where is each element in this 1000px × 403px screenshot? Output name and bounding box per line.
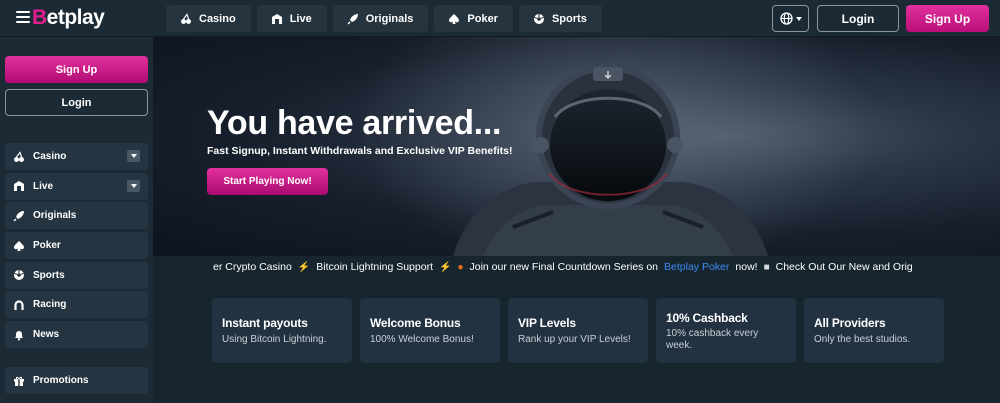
tab-sports[interactable]: Sports — [518, 5, 602, 32]
sidebar-item-label: Poker — [33, 240, 61, 252]
dice-icon: ■ — [763, 261, 770, 273]
feature-desc: Rank up your VIP Levels! — [518, 334, 631, 345]
cherry-icon — [14, 150, 24, 162]
globe-icon — [779, 12, 793, 25]
ticker-text: Bitcoin Lightning Support — [316, 261, 433, 273]
sidebar-item-sports[interactable]: Sports — [5, 261, 148, 289]
tab-label: Casino — [199, 12, 236, 25]
spade-icon — [14, 240, 24, 251]
sidebar-item-label: Casino — [33, 151, 67, 162]
feature-desc: 100% Welcome Bonus! — [370, 334, 474, 345]
sidebar-item-poker[interactable]: Poker — [5, 232, 148, 260]
tab-label: Poker — [467, 12, 498, 25]
feature-title: Instant payouts — [222, 316, 308, 330]
language-selector[interactable] — [772, 5, 809, 32]
feature-desc: Only the best studios. — [814, 334, 911, 345]
gift-icon — [14, 376, 24, 386]
feature-title: All Providers — [814, 316, 886, 330]
chevron-down-icon[interactable] — [127, 179, 140, 192]
sidebar-item-news[interactable]: News — [5, 321, 148, 349]
live-icon — [271, 13, 282, 24]
rocket-icon — [13, 210, 24, 222]
feature-title: Welcome Bonus — [370, 316, 461, 330]
sidebar-item-label: Sports — [33, 269, 65, 281]
tab-casino[interactable]: Casino — [166, 5, 251, 32]
lightning-icon: ⚡ — [297, 261, 311, 273]
fire-icon: ● — [457, 261, 464, 273]
tab-live[interactable]: Live — [256, 5, 327, 32]
feature-card-vip-levels: VIP Levels Rank up your VIP Levels! — [508, 298, 648, 363]
hero-title: You have arrived... — [207, 104, 502, 142]
tab-label: Live — [289, 12, 312, 25]
hero-subtitle: Fast Signup, Instant Withdrawals and Exc… — [207, 145, 513, 157]
feature-card-all-providers: All Providers Only the best studios. — [804, 298, 944, 363]
menu-icon[interactable] — [16, 11, 30, 23]
tab-label: Originals — [365, 12, 414, 25]
rocket-icon — [347, 13, 358, 25]
tab-originals[interactable]: Originals — [332, 5, 429, 32]
sidebar-item-live[interactable]: Live — [5, 172, 148, 200]
feature-title: VIP Levels — [518, 316, 576, 330]
feature-card-cashback: 10% Cashback 10% cashback every week. — [656, 298, 796, 363]
ticker-text: Check Out Our New and Orig — [775, 261, 913, 273]
news-ticker: er Crypto Casino ⚡ Bitcoin Lightning Sup… — [153, 256, 1000, 278]
sidebar-item-label: Racing — [33, 299, 67, 311]
start-playing-button[interactable]: Start Playing Now! — [207, 168, 328, 195]
sidebar-item-label: Promotions — [33, 375, 89, 386]
lightning-icon: ⚡ — [438, 261, 452, 273]
spade-icon — [449, 13, 460, 24]
tab-label: Sports — [551, 12, 587, 25]
ticker-text: er Crypto Casino — [213, 261, 292, 273]
login-button[interactable]: Login — [817, 5, 899, 32]
betplay-poker-link[interactable]: Betplay Poker — [664, 261, 729, 273]
cherry-icon — [181, 12, 191, 24]
sidebar-signup-button[interactable]: Sign Up — [5, 56, 148, 83]
logo-text: etplay — [46, 6, 105, 29]
logo[interactable]: Betplay — [32, 6, 105, 30]
top-nav: Casino Live Originals Poker Sports — [166, 5, 602, 32]
hero-banner: You have arrived... Fast Signup, Instant… — [153, 37, 1000, 256]
ball-icon — [14, 270, 24, 281]
top-bar: Betplay Casino Live Originals Poker Spor… — [0, 0, 1000, 37]
feature-card-welcome-bonus: Welcome Bonus 100% Welcome Bonus! — [360, 298, 500, 363]
sidebar-nav: Casino Live Originals Poker Sports Racin… — [5, 143, 148, 351]
sidebar-item-label: News — [33, 329, 60, 341]
live-icon — [14, 181, 24, 192]
feature-title: 10% Cashback — [666, 311, 748, 325]
sidebar-item-casino[interactable]: Casino — [5, 143, 148, 170]
ticker-text: Join our new Final Countdown Series on — [469, 261, 659, 273]
horseshoe-icon — [14, 300, 24, 310]
sidebar-login-button[interactable]: Login — [5, 89, 148, 116]
sidebar-item-promotions[interactable]: Promotions — [5, 367, 148, 394]
feature-desc: Using Bitcoin Lightning. — [222, 334, 327, 345]
feature-cards: Instant payouts Using Bitcoin Lightning.… — [212, 298, 944, 363]
ticker-text: now! — [735, 261, 758, 273]
tab-poker[interactable]: Poker — [434, 5, 513, 32]
sidebar: Sign Up Login Casino Live Originals Poke… — [0, 37, 153, 403]
ball-icon — [533, 13, 544, 24]
bell-icon — [15, 330, 23, 341]
chevron-down-icon — [795, 16, 802, 21]
feature-card-instant-payouts: Instant payouts Using Bitcoin Lightning. — [212, 298, 352, 363]
sidebar-item-label: Originals — [33, 210, 77, 222]
feature-desc: 10% cashback every week. — [666, 328, 759, 351]
sidebar-item-label: Live — [33, 180, 54, 192]
sidebar-item-racing[interactable]: Racing — [5, 291, 148, 319]
signup-button[interactable]: Sign Up — [906, 5, 989, 32]
sidebar-item-originals[interactable]: Originals — [5, 202, 148, 230]
chevron-down-icon[interactable] — [127, 150, 140, 162]
